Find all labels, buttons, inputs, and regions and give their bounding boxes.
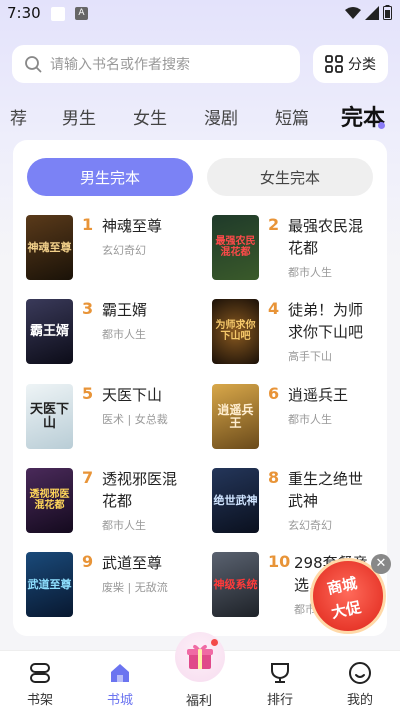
book-item[interactable]: 逍遥兵王 6 逍遥兵王 都市人生 bbox=[212, 384, 392, 450]
book-tags: 都市人生 bbox=[102, 519, 146, 532]
segment-male-finished[interactable]: 男生完本 bbox=[27, 158, 193, 196]
tab-comic-drama[interactable]: 漫剧 bbox=[204, 104, 238, 129]
nav-mine-label: 我的 bbox=[346, 693, 373, 708]
book-rank: 2 bbox=[268, 215, 280, 234]
nav-ranking-label: 排行 bbox=[266, 693, 293, 708]
search-placeholder: 请输入书名或作者搜索 bbox=[50, 57, 190, 73]
book-item[interactable]: 最强农民混花都 2 最强农民混花都 都市人生 bbox=[212, 215, 392, 281]
book-rank: 3 bbox=[82, 299, 94, 318]
trophy-icon bbox=[271, 663, 289, 683]
book-rank: 1 bbox=[82, 215, 94, 234]
status-time: 7:30 bbox=[7, 4, 41, 22]
book-item[interactable]: 霸王婿 3 霸王婿 都市人生 bbox=[26, 299, 206, 365]
book-tags: 高手下山 bbox=[288, 350, 332, 363]
category-button[interactable]: 分类 bbox=[313, 45, 388, 83]
book-title: 透视邪医混花都 bbox=[102, 470, 178, 510]
battery-icon bbox=[383, 5, 392, 20]
book-title: 天医下山 bbox=[102, 386, 163, 404]
book-cover: 神魂至尊 bbox=[26, 215, 73, 280]
nav-store[interactable]: 书城 bbox=[90, 661, 150, 708]
home-icon bbox=[111, 664, 129, 682]
nav-bookshelf[interactable]: 书架 bbox=[10, 661, 70, 708]
book-cover: 神级系统 bbox=[212, 552, 259, 617]
book-rank: 6 bbox=[268, 384, 280, 403]
nav-ranking[interactable]: 排行 bbox=[250, 661, 310, 708]
tab-male[interactable]: 男生 bbox=[62, 104, 96, 129]
book-title: 神魂至尊 bbox=[102, 217, 163, 235]
nav-mine[interactable]: 我的 bbox=[330, 661, 390, 708]
search-icon bbox=[25, 56, 42, 73]
smiley-icon bbox=[349, 662, 371, 684]
status-icons bbox=[345, 5, 392, 20]
promo-line1: 商城 bbox=[325, 574, 359, 598]
book-rank: 4 bbox=[268, 299, 280, 318]
book-cover: 透视邪医混花都 bbox=[26, 468, 73, 533]
book-rank: 9 bbox=[82, 552, 94, 571]
search-input[interactable]: 请输入书名或作者搜索 bbox=[12, 45, 300, 83]
signal-icon bbox=[365, 5, 379, 20]
book-title: 重生之绝世武神 bbox=[288, 470, 364, 510]
book-cover: 武道至尊 bbox=[26, 552, 73, 617]
category-label: 分类 bbox=[348, 57, 376, 73]
book-tags: 废柴 | 无敌流 bbox=[102, 581, 168, 594]
tab-recommend[interactable]: 荐 bbox=[10, 104, 27, 129]
book-cover: 逍遥兵王 bbox=[212, 384, 259, 449]
book-rank: 5 bbox=[82, 384, 94, 403]
promo-close-button[interactable]: ✕ bbox=[371, 554, 391, 574]
book-cover: 霸王婿 bbox=[26, 299, 73, 364]
book-item[interactable]: 透视邪医混花都 7 透视邪医混花都 都市人生 bbox=[26, 468, 206, 534]
channel-tabs: 荐 男生 女生 漫剧 短篇 完本 bbox=[0, 100, 400, 134]
wifi-icon bbox=[345, 6, 361, 19]
status-bar: 7:30 A bbox=[0, 0, 400, 28]
nav-store-label: 书城 bbox=[106, 693, 133, 708]
welfare-badge-dot bbox=[211, 639, 218, 646]
book-cover: 最强农民混花都 bbox=[212, 215, 259, 280]
book-rank: 10 bbox=[268, 552, 291, 571]
book-title: 霸王婿 bbox=[102, 301, 148, 319]
book-title: 逍遥兵王 bbox=[288, 386, 349, 404]
book-tags: 都市人生 bbox=[288, 413, 332, 426]
nav-bookshelf-label: 书架 bbox=[26, 693, 53, 708]
bookshelf-icon bbox=[30, 663, 50, 683]
book-item[interactable]: 天医下山 5 天医下山 医术 | 女总裁 bbox=[26, 384, 206, 450]
nav-welfare[interactable] bbox=[175, 632, 225, 682]
book-tags: 都市人生 bbox=[102, 328, 146, 341]
book-tags: 玄幻奇幻 bbox=[102, 244, 146, 257]
notification-a-icon: A bbox=[75, 7, 88, 20]
nav-welfare-label: 福利 bbox=[186, 694, 213, 709]
book-title: 徒弟！为师求你下山吧 bbox=[288, 301, 364, 341]
book-item[interactable]: 武道至尊 9 武道至尊 废柴 | 无敌流 bbox=[26, 552, 206, 618]
tab-active-dot bbox=[378, 122, 385, 129]
book-item[interactable]: 为师求你下山吧 4 徒弟！为师求你下山吧 高手下山 bbox=[212, 299, 392, 365]
book-tags: 医术 | 女总裁 bbox=[102, 413, 168, 426]
book-cover: 绝世武神 bbox=[212, 468, 259, 533]
book-title: 武道至尊 bbox=[102, 554, 163, 572]
segment-female-finished[interactable]: 女生完本 bbox=[207, 158, 373, 196]
book-item[interactable]: 绝世武神 8 重生之绝世武神 玄幻奇幻 bbox=[212, 468, 392, 534]
tab-female[interactable]: 女生 bbox=[133, 104, 167, 129]
book-cover: 为师求你下山吧 bbox=[212, 299, 259, 364]
book-rank: 8 bbox=[268, 468, 280, 487]
grid-icon bbox=[325, 55, 343, 73]
promo-line2: 大促 bbox=[329, 598, 363, 622]
tab-short[interactable]: 短篇 bbox=[275, 104, 309, 129]
book-tags: 都市人生 bbox=[288, 266, 332, 279]
book-item[interactable]: 神魂至尊 1 神魂至尊 玄幻奇幻 bbox=[26, 215, 206, 281]
notification-square-icon bbox=[51, 7, 65, 21]
book-title: 最强农民混花都 bbox=[288, 217, 364, 257]
book-tags: 玄幻奇幻 bbox=[288, 519, 332, 532]
book-rank: 7 bbox=[82, 468, 94, 487]
gift-icon bbox=[187, 644, 213, 669]
book-cover: 天医下山 bbox=[26, 384, 73, 449]
